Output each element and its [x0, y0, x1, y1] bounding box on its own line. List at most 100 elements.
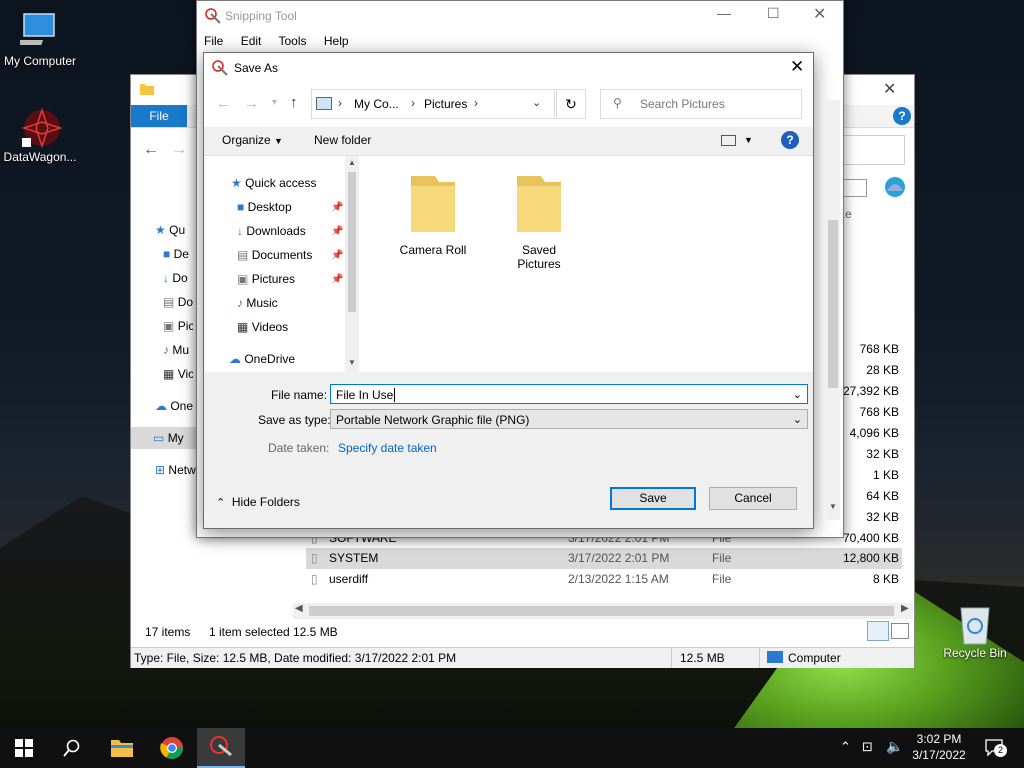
up-arrow-icon[interactable]: ↑ — [290, 94, 298, 111]
recent-locations-icon[interactable]: ▼ — [270, 97, 279, 107]
chevron-down-icon[interactable]: ⌄ — [532, 96, 541, 109]
scroll-right-icon[interactable]: ▶ — [901, 603, 909, 614]
nav-item-videos[interactable]: ▦ Videos — [237, 316, 288, 338]
search-box[interactable] — [841, 135, 905, 165]
forward-arrow-icon[interactable]: → — [171, 141, 187, 159]
breadcrumb-pictures[interactable]: Pictures — [424, 97, 467, 111]
nav-item-downloads[interactable]: ↓ Do — [163, 267, 193, 289]
pin-icon[interactable]: 📌 — [331, 226, 343, 237]
nav-item-quick-access[interactable]: ★ Quic — [155, 219, 185, 241]
maximize-icon[interactable]: ☐ — [767, 5, 780, 22]
menu-file[interactable]: File — [204, 34, 223, 48]
desktop-icon-my-computer[interactable]: My Computer — [0, 10, 80, 68]
desktop-icon-datawagon[interactable]: DataWagon... — [0, 106, 80, 164]
clock-date: 3/17/2022 — [912, 748, 966, 762]
nav-item-onedrive[interactable]: ☁ One — [155, 395, 195, 417]
scrollbar-thumb[interactable] — [828, 220, 838, 388]
taskbar-snipping-tool[interactable] — [197, 728, 245, 768]
scroll-down-icon[interactable]: ▼ — [348, 358, 356, 367]
table-row[interactable]: ▯ SYSTEM 3/17/2022 2:01 PM File 12,800 K… — [306, 548, 902, 569]
snipping-tool-icon — [210, 736, 232, 757]
help-icon[interactable]: ? — [893, 107, 911, 125]
desktop-icon-recycle-bin[interactable]: Recycle Bin — [935, 602, 1015, 660]
nav-item-quick-access[interactable]: ★ Quick access — [231, 172, 316, 194]
specify-date-taken-link[interactable]: Specify date taken — [338, 441, 437, 455]
search-input[interactable]: Search Pictures — [640, 97, 725, 111]
action-center-button[interactable]: 2 — [984, 738, 1007, 758]
help-icon[interactable]: ? — [781, 131, 799, 149]
folder-icon — [499, 172, 579, 239]
folder-item-camera-roll[interactable]: Camera Roll — [393, 172, 473, 257]
address-bar[interactable]: › My Co... › Pictures › ⌄ — [311, 89, 555, 119]
back-arrow-icon[interactable]: ← — [143, 141, 159, 159]
taskbar-file-explorer[interactable] — [98, 728, 146, 768]
minimize-icon[interactable]: — — [717, 5, 731, 21]
datawagon-logo-icon — [20, 106, 63, 149]
refresh-icon[interactable]: ↻ — [556, 89, 586, 119]
horizontal-scrollbar[interactable]: ◀ ▶ — [293, 603, 913, 619]
scroll-down-icon[interactable]: ▼ — [829, 502, 837, 511]
start-button[interactable] — [0, 728, 48, 768]
desktop-icon-label: My Computer — [3, 54, 77, 68]
chevron-down-icon[interactable]: ⌄ — [793, 385, 802, 405]
large-icons-view-icon[interactable] — [891, 623, 909, 639]
nav-item-documents[interactable]: ▤ Documents — [237, 244, 312, 266]
cancel-button[interactable]: Cancel — [709, 487, 797, 510]
view-icon[interactable] — [843, 179, 867, 197]
nav-item-music[interactable]: ♪ Music — [237, 292, 278, 314]
nav-item-downloads[interactable]: ↓ Downloads — [237, 220, 306, 242]
close-icon[interactable]: ✕ — [790, 57, 804, 77]
video-icon: ▦ — [237, 320, 249, 334]
nav-item-desktop[interactable]: ■ Desktop — [237, 196, 292, 218]
hide-folders-button[interactable]: ⌃ Hide Folders — [216, 495, 300, 509]
details-view-icon[interactable] — [867, 621, 889, 641]
pin-icon[interactable]: 📌 — [331, 250, 343, 261]
nav-item-documents[interactable]: ▤ Do — [163, 291, 193, 313]
clock[interactable]: 3:02 PM 3/17/2022 — [906, 731, 972, 763]
menu-tools[interactable]: Tools — [279, 34, 307, 48]
nav-item-videos[interactable]: ▦ Vic — [163, 363, 193, 385]
nav-item-desktop[interactable]: ■ De — [163, 243, 193, 265]
chevron-down-icon[interactable]: ▼ — [744, 135, 753, 145]
back-arrow-icon[interactable]: ← — [216, 95, 231, 112]
close-icon[interactable]: ✕ — [813, 4, 826, 24]
show-hidden-icons-icon[interactable]: ⌃ — [840, 739, 851, 755]
nav-item-onedrive[interactable]: ☁ OneDrive — [229, 348, 295, 370]
pin-icon[interactable]: 📌 — [331, 274, 343, 285]
file-name-input[interactable]: File In Use — [336, 388, 393, 402]
file-tab[interactable]: File — [131, 105, 187, 127]
search-box[interactable]: ⚲ Search Pictures — [600, 89, 802, 119]
nav-item-network[interactable]: ⊞ Netw — [155, 459, 197, 481]
taskbar-chrome[interactable] — [148, 728, 196, 768]
volume-icon[interactable]: 🔈 — [886, 738, 903, 755]
save-button[interactable]: Save — [610, 487, 696, 510]
vertical-scrollbar[interactable]: ▼ — [826, 100, 840, 520]
nav-item-pictures[interactable]: ▣ Pic — [163, 315, 193, 337]
forward-arrow-icon[interactable]: → — [244, 95, 259, 112]
nav-item-pictures[interactable]: ▣ Pictures — [237, 268, 295, 290]
nav-item-my-computer[interactable]: ▭ My — [131, 427, 197, 449]
scrollbar-thumb[interactable] — [309, 606, 894, 616]
star-icon: ★ — [231, 176, 242, 190]
change-view-icon[interactable] — [721, 135, 736, 146]
new-folder-button[interactable]: New folder — [314, 133, 371, 147]
pin-icon[interactable]: 📌 — [331, 202, 343, 213]
vertical-scrollbar[interactable]: ▲ ▼ — [345, 156, 359, 372]
save-as-dialog[interactable]: Save As ✕ ← → ▼ ↑ › My Co... › Pictures … — [203, 52, 814, 529]
breadcrumb-my-computer[interactable]: My Co... — [354, 97, 399, 111]
scroll-left-icon[interactable]: ◀ — [295, 603, 303, 614]
close-icon[interactable]: ✕ — [883, 79, 896, 99]
save-type-select[interactable]: Portable Network Graphic file (PNG) ⌄ — [330, 409, 808, 429]
folder-item-saved-pictures[interactable]: Saved Pictures — [499, 172, 579, 271]
scrollbar-thumb[interactable] — [348, 172, 356, 312]
search-button[interactable] — [48, 728, 96, 768]
file-name-field[interactable]: File In Use ⌄ — [330, 384, 808, 404]
chevron-down-icon[interactable]: ⌄ — [793, 410, 802, 430]
menu-help[interactable]: Help — [324, 34, 349, 48]
scroll-up-icon[interactable]: ▲ — [348, 158, 356, 167]
organize-button[interactable]: Organize ▼ — [222, 133, 283, 147]
nav-item-music[interactable]: ♪ Mu — [163, 339, 193, 361]
menu-edit[interactable]: Edit — [241, 34, 262, 48]
network-icon[interactable]: ⊡ — [862, 739, 873, 755]
table-row[interactable]: ▯ userdiff 2/13/2022 1:15 AM File 8 KB — [306, 569, 902, 590]
